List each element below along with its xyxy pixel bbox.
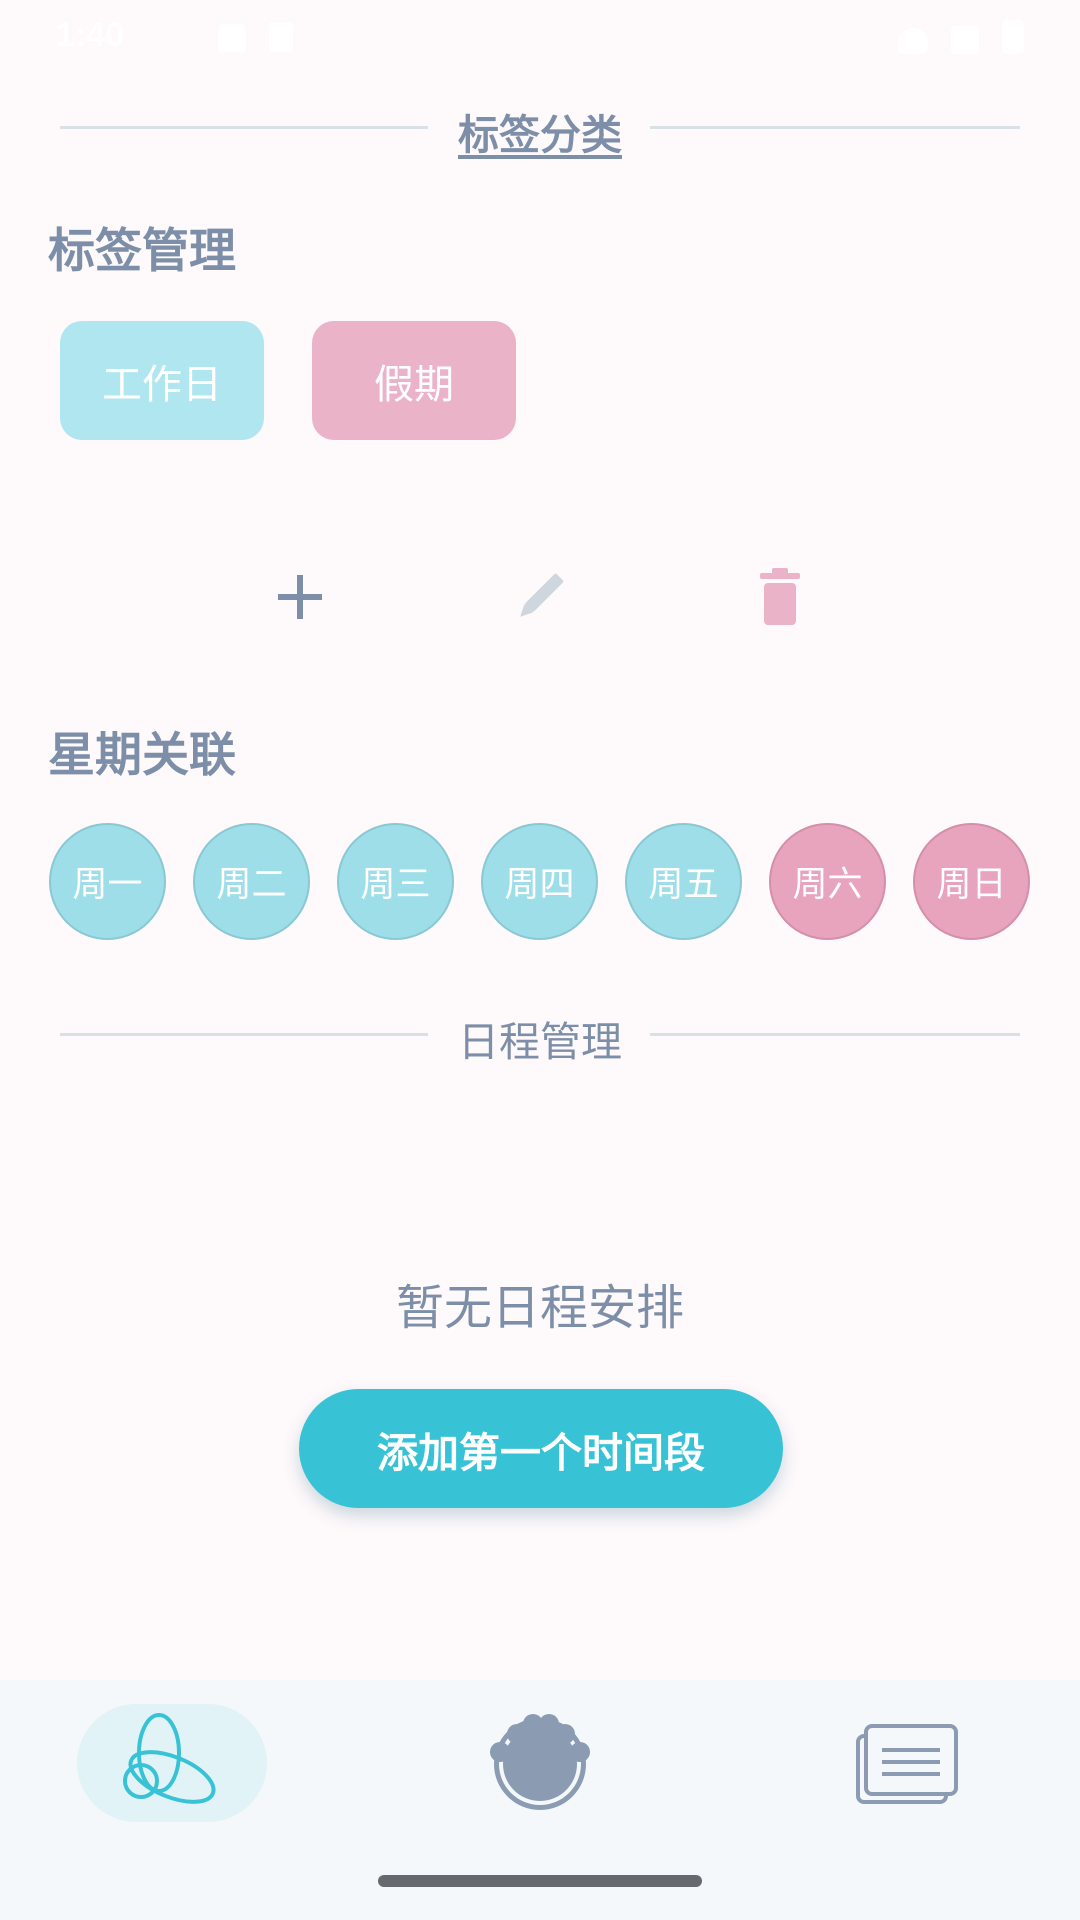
day-label: 周六	[792, 865, 863, 905]
day-circle-mon[interactable]: 周一	[49, 823, 166, 940]
pencil-icon[interactable]	[508, 565, 572, 629]
day-circle-wed[interactable]: 周三	[337, 823, 454, 940]
status-bar: 1:40	[0, 0, 1080, 72]
day-circle-sun[interactable]: 周日	[913, 823, 1030, 940]
sim-icon	[269, 22, 294, 52]
plus-icon[interactable]	[268, 565, 332, 629]
tag-chip-label: 工作日	[102, 361, 222, 408]
tag-chip-holiday[interactable]: 假期	[312, 321, 516, 440]
day-label: 周四	[504, 865, 575, 905]
day-label: 周一	[72, 865, 143, 905]
paw-icon	[485, 1712, 595, 1816]
day-circle-sat[interactable]: 周六	[769, 823, 886, 940]
tag-section-title[interactable]: 标签分类	[60, 101, 1020, 161]
loop-ribbon-icon	[117, 1711, 227, 1815]
battery-icon	[1002, 20, 1024, 54]
day-label: 周五	[648, 865, 719, 905]
day-label: 周三	[360, 865, 431, 905]
signal-icon	[950, 26, 979, 54]
status-time: 1:40	[56, 16, 125, 54]
nav-item-paw[interactable]	[470, 1708, 610, 1820]
status-system-icons	[897, 20, 1024, 58]
empty-schedule-text: 暂无日程安排	[395, 1280, 684, 1336]
nav-item-loop[interactable]	[77, 1704, 267, 1822]
weekday-link-heading: 星期关联	[48, 728, 236, 783]
home-indicator[interactable]	[378, 1875, 702, 1887]
day-label: 周日	[936, 865, 1007, 905]
day-circle-tue[interactable]: 周二	[193, 823, 310, 940]
tag-section-divider: 标签分类	[60, 97, 1020, 159]
status-notification-icons	[218, 22, 311, 56]
stacked-cards-icon	[852, 1718, 962, 1812]
add-first-slot-label: 添加第一个时间段	[377, 1428, 705, 1477]
tag-chip-label: 假期	[374, 361, 454, 408]
nav-item-cards[interactable]	[840, 1710, 974, 1820]
add-first-slot-button[interactable]: 添加第一个时间段	[299, 1389, 783, 1508]
schedule-section-title: 日程管理	[458, 1018, 622, 1066]
tag-management-heading: 标签管理	[48, 224, 236, 279]
day-circle-thu[interactable]: 周四	[481, 823, 598, 940]
tag-chip-workday[interactable]: 工作日	[60, 321, 264, 440]
wifi-icon	[897, 28, 928, 54]
trash-icon[interactable]	[748, 565, 812, 629]
day-label: 周二	[216, 865, 287, 905]
notification-icon	[218, 24, 246, 52]
schedule-section-divider: 日程管理	[60, 1004, 1020, 1066]
day-circle-fri[interactable]: 周五	[625, 823, 742, 940]
